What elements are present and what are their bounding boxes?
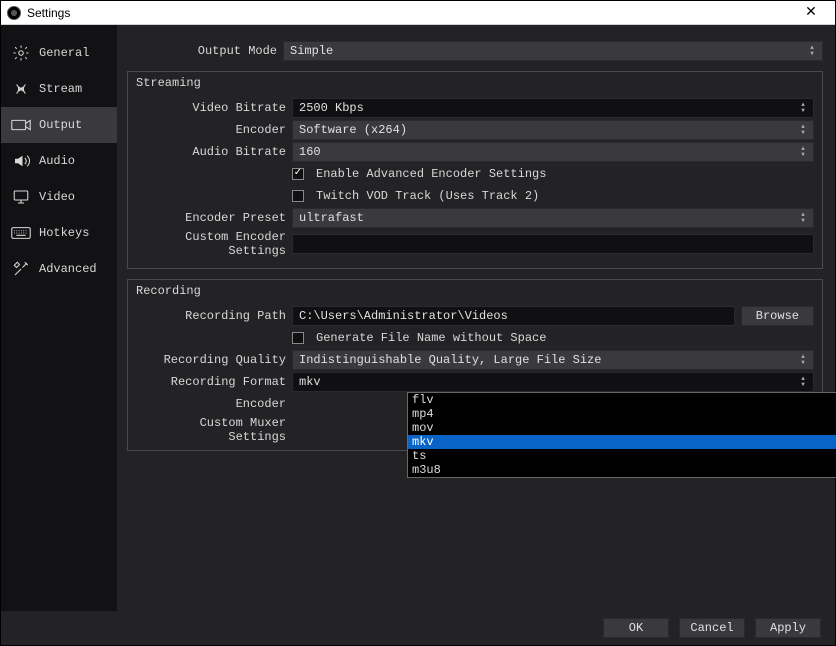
chevron-updown-icon: ▲▼ [797, 351, 809, 369]
output-mode-value: Simple [290, 44, 333, 58]
output-mode-row: Output Mode Simple ▲▼ [127, 41, 823, 61]
sidebar-item-output[interactable]: Output [1, 107, 117, 143]
sidebar-item-video[interactable]: Video [1, 179, 117, 215]
video-bitrate-value: 2500 Kbps [299, 101, 364, 115]
output-mode-select[interactable]: Simple ▲▼ [283, 41, 823, 61]
dialog-footer: OK Cancel Apply [1, 611, 835, 645]
recording-format-label: Recording Format [136, 375, 292, 389]
output-icon [11, 117, 31, 133]
window-title: Settings [27, 6, 70, 20]
recording-format-value: mkv [299, 375, 321, 389]
output-mode-label: Output Mode [127, 44, 283, 58]
recording-path-value: C:\Users\Administrator\Videos [299, 309, 508, 323]
format-option-ts[interactable]: ts [408, 449, 836, 463]
video-bitrate-label: Video Bitrate [136, 101, 292, 115]
recording-path-label: Recording Path [136, 309, 292, 323]
format-option-m3u8[interactable]: m3u8 [408, 463, 836, 477]
gear-icon [11, 45, 31, 61]
streaming-encoder-select[interactable]: Software (x264) ▲▼ [292, 120, 814, 140]
stepper-updown-icon[interactable]: ▲▼ [797, 99, 809, 117]
enable-advanced-label: Enable Advanced Encoder Settings [316, 167, 546, 181]
browse-button[interactable]: Browse [741, 306, 814, 326]
custom-muxer-label: Custom Muxer Settings [136, 416, 292, 444]
sidebar-item-audio[interactable]: Audio [1, 143, 117, 179]
sidebar-item-advanced[interactable]: Advanced [1, 251, 117, 287]
twitch-vod-label: Twitch VOD Track (Uses Track 2) [316, 189, 539, 203]
chevron-updown-icon: ▲▼ [806, 42, 818, 60]
recording-format-dropdown[interactable]: flv mp4 mov mkv ts m3u8 [407, 392, 836, 478]
streaming-encoder-value: Software (x264) [299, 123, 407, 137]
sidebar-label: Stream [39, 82, 82, 96]
encoder-preset-label: Encoder Preset [136, 211, 292, 225]
gen-filename-checkbox[interactable] [292, 332, 304, 344]
format-option-flv[interactable]: flv [408, 393, 836, 407]
audio-bitrate-value: 160 [299, 145, 321, 159]
video-bitrate-input[interactable]: 2500 Kbps ▲▼ [292, 98, 814, 118]
tools-icon [11, 261, 31, 277]
streaming-title: Streaming [136, 74, 814, 96]
custom-encoder-input[interactable] [292, 234, 814, 254]
chevron-updown-icon: ▲▼ [797, 209, 809, 227]
sidebar-item-hotkeys[interactable]: Hotkeys [1, 215, 117, 251]
ok-button[interactable]: OK [603, 618, 669, 638]
monitor-icon [11, 189, 31, 205]
recording-quality-select[interactable]: Indistinguishable Quality, Large File Si… [292, 350, 814, 370]
format-option-mkv[interactable]: mkv [408, 435, 836, 449]
custom-encoder-label: Custom Encoder Settings [136, 230, 292, 258]
recording-encoder-label: Encoder [136, 397, 292, 411]
close-button[interactable]: ✕ [793, 2, 829, 24]
recording-quality-value: Indistinguishable Quality, Large File Si… [299, 353, 601, 367]
format-option-mp4[interactable]: mp4 [408, 407, 836, 421]
sidebar-label: Output [39, 118, 82, 132]
chevron-updown-icon: ▲▼ [797, 373, 809, 391]
recording-path-input[interactable]: C:\Users\Administrator\Videos [292, 306, 735, 326]
audio-bitrate-label: Audio Bitrate [136, 145, 292, 159]
sidebar-item-stream[interactable]: Stream [1, 71, 117, 107]
sidebar-item-general[interactable]: General [1, 35, 117, 71]
content: General Stream Output Audio [1, 25, 835, 611]
enable-advanced-checkbox[interactable] [292, 168, 304, 180]
cancel-button[interactable]: Cancel [679, 618, 745, 638]
encoder-preset-value: ultrafast [299, 211, 364, 225]
sidebar-label: Advanced [39, 262, 97, 276]
app-icon [7, 6, 21, 20]
settings-window: Settings ✕ General Stream Ou [0, 0, 836, 646]
sidebar-label: Video [39, 190, 75, 204]
antenna-icon [11, 81, 31, 97]
streaming-encoder-label: Encoder [136, 123, 292, 137]
recording-quality-label: Recording Quality [136, 353, 292, 367]
sidebar-label: General [39, 46, 89, 60]
sidebar-label: Audio [39, 154, 75, 168]
apply-button[interactable]: Apply [755, 618, 821, 638]
format-option-mov[interactable]: mov [408, 421, 836, 435]
gen-filename-label: Generate File Name without Space [316, 331, 546, 345]
speaker-icon [11, 153, 31, 169]
chevron-updown-icon: ▲▼ [797, 121, 809, 139]
sidebar: General Stream Output Audio [1, 25, 117, 611]
twitch-vod-checkbox[interactable] [292, 190, 304, 202]
titlebar-left: Settings [7, 6, 70, 20]
encoder-preset-select[interactable]: ultrafast ▲▼ [292, 208, 814, 228]
sidebar-label: Hotkeys [39, 226, 89, 240]
recording-format-select[interactable]: mkv ▲▼ [292, 372, 814, 392]
main-panel: Output Mode Simple ▲▼ Streaming Video Bi… [117, 25, 835, 611]
recording-title: Recording [136, 282, 814, 304]
streaming-section: Streaming Video Bitrate 2500 Kbps ▲▼ Enc… [127, 71, 823, 269]
titlebar: Settings ✕ [1, 1, 835, 25]
audio-bitrate-select[interactable]: 160 ▲▼ [292, 142, 814, 162]
keyboard-icon [11, 225, 31, 241]
chevron-updown-icon: ▲▼ [797, 143, 809, 161]
